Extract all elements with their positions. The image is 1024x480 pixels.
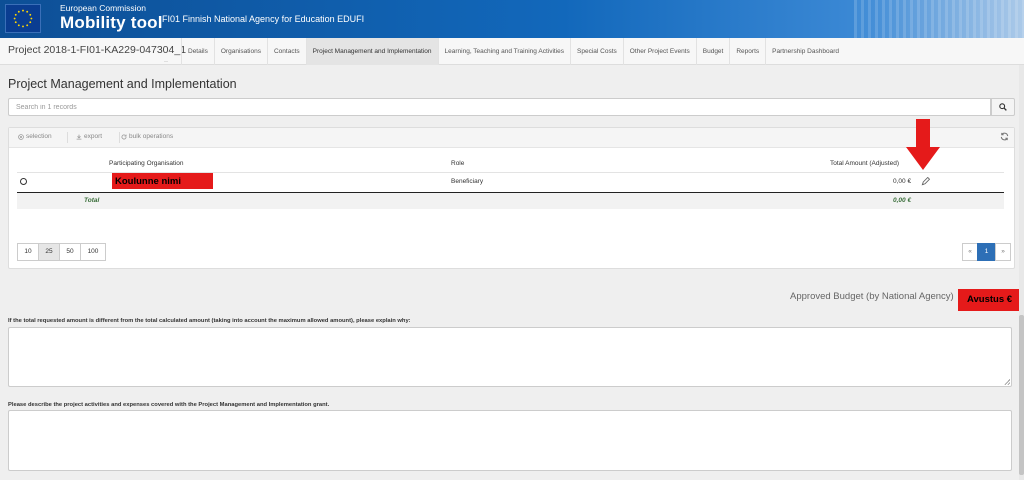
selection-label: selection xyxy=(26,133,52,140)
page-size-25[interactable]: 25 xyxy=(38,243,60,261)
tab-organisations[interactable]: Organisations xyxy=(213,38,267,65)
column-header-role[interactable]: Role xyxy=(451,160,464,167)
toolbar-divider xyxy=(119,132,120,143)
tab-learning-teaching[interactable]: Learning, Teaching and Training Activiti… xyxy=(437,38,571,65)
export-label: export xyxy=(84,133,103,140)
tab-reports[interactable]: Reports xyxy=(729,38,765,65)
column-header-org[interactable]: Participating Organisation xyxy=(109,160,183,167)
search-input[interactable] xyxy=(9,99,990,115)
refresh-small-icon xyxy=(121,134,127,139)
next-page-button[interactable]: » xyxy=(995,243,1011,261)
amount-difference-textarea-box xyxy=(8,327,1012,387)
approved-budget-highlight: Avustus € xyxy=(958,289,1021,311)
download-icon xyxy=(76,134,82,139)
total-row: Total 0,00 € xyxy=(17,192,1004,209)
amount-difference-textarea[interactable] xyxy=(9,328,1011,386)
tab-details[interactable]: Details xyxy=(181,38,214,65)
tab-special-costs[interactable]: Special Costs xyxy=(570,38,623,65)
pencil-icon xyxy=(921,176,931,186)
search-box xyxy=(8,98,991,116)
app-name: Mobility tool xyxy=(60,13,163,32)
refresh-icon xyxy=(1000,132,1009,141)
page-size-selector: 10 25 50 100 xyxy=(17,243,106,261)
refresh-button[interactable] xyxy=(1000,132,1009,143)
records-toolbar: selection export bulk operations xyxy=(9,128,1014,148)
column-header-amount[interactable]: Total Amount (Adjusted) xyxy=(830,160,899,167)
tab-other-events[interactable]: Other Project Events xyxy=(622,38,696,65)
selection-button[interactable]: selection xyxy=(18,133,52,140)
prev-page-button[interactable]: « xyxy=(962,243,978,261)
role-cell: Beneficiary xyxy=(451,178,484,185)
resize-handle[interactable] xyxy=(1004,379,1010,385)
row-select-radio[interactable] xyxy=(20,178,27,185)
export-button[interactable]: export xyxy=(76,133,102,140)
activities-textarea-box xyxy=(8,410,1012,471)
pagination: « 1 » xyxy=(962,243,1011,261)
toolbar-divider xyxy=(67,132,68,143)
page-scrollbar[interactable] xyxy=(1019,65,1024,480)
app-header: European Commission Mobility tool FI01 F… xyxy=(0,0,1024,38)
tab-contacts[interactable]: Contacts xyxy=(266,38,306,65)
total-amount: 0,00 € xyxy=(893,197,912,204)
project-nav: Project 2018-1-FI01-KA229-047304_1 — Det… xyxy=(0,38,1024,65)
page-size-10[interactable]: 10 xyxy=(17,243,39,261)
question-label-activities: Please describe the project activities a… xyxy=(8,402,330,408)
eu-flag-logo xyxy=(5,4,41,33)
bulk-operations-button[interactable]: bulk operations xyxy=(121,133,173,140)
project-id-subtext: — xyxy=(164,58,168,63)
question-label-amount-difference: If the total requested amount is differe… xyxy=(8,318,411,324)
total-label: Total xyxy=(84,197,100,204)
page-title: Project Management and Implementation xyxy=(8,77,237,91)
tab-partnership-dashboard[interactable]: Partnership Dashboard xyxy=(765,38,845,65)
header-building-graphic xyxy=(854,0,1024,38)
scrollbar-thumb[interactable] xyxy=(1019,315,1024,475)
search-button[interactable] xyxy=(991,98,1015,116)
bulk-operations-label: bulk operations xyxy=(129,133,174,140)
organisation-name-cell: Koulunne nimi xyxy=(112,173,213,189)
agency-name: FI01 Finnish National Agency for Educati… xyxy=(162,14,365,24)
approved-budget-label: Approved Budget (by National Agency) xyxy=(790,291,954,302)
commission-label: European Commission xyxy=(60,3,146,13)
selection-icon xyxy=(18,133,24,140)
records-panel: selection export bulk operations Partici… xyxy=(8,127,1015,269)
project-id: Project 2018-1-FI01-KA229-047304_1 xyxy=(8,44,187,56)
page-size-50[interactable]: 50 xyxy=(59,243,81,261)
tab-budget[interactable]: Budget xyxy=(695,38,730,65)
search-icon xyxy=(999,103,1007,111)
project-tabs: Details Organisations Contacts Project M… xyxy=(181,38,845,65)
edit-button[interactable] xyxy=(921,176,931,188)
current-page[interactable]: 1 xyxy=(977,243,996,261)
activities-textarea[interactable] xyxy=(9,411,1011,470)
tab-project-management[interactable]: Project Management and Implementation xyxy=(305,38,438,65)
page-size-100[interactable]: 100 xyxy=(80,243,106,261)
red-arrow-annotation xyxy=(906,119,940,170)
amount-cell: 0,00 € xyxy=(893,178,912,185)
